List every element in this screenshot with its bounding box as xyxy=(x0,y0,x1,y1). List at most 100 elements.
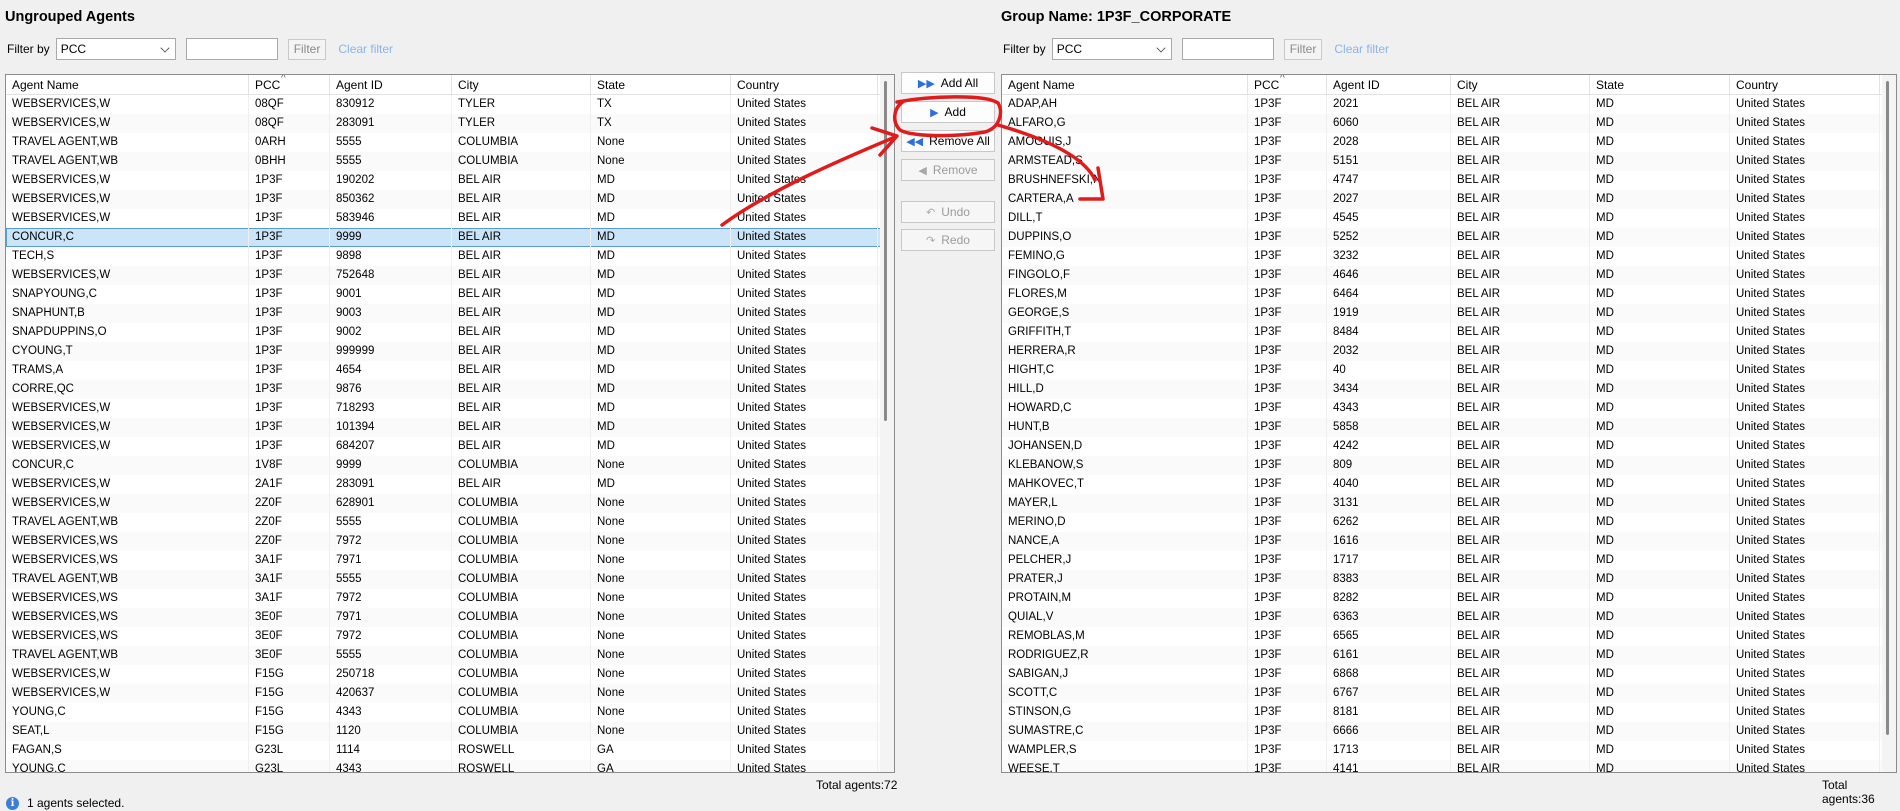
table-row[interactable]: SUMASTRE,C 1P3F 6666 BEL AIR MD United States xyxy=(1002,722,1896,741)
table-row[interactable]: AMOGUIS,J 1P3F 2028 BEL AIR MD United States xyxy=(1002,133,1896,152)
table-row[interactable]: TRAVEL AGENT,WB 2Z0F 5555 COLUMBIA None Unite… xyxy=(6,513,894,532)
right-column-header-agent-id[interactable]: Agent ID xyxy=(1327,75,1451,95)
table-row[interactable]: MAYER,L 1P3F 3131 BEL AIR MD United States xyxy=(1002,494,1896,513)
table-row[interactable]: DUPPINS,O 1P3F 5252 BEL AIR MD United States xyxy=(1002,228,1896,247)
table-row[interactable]: CONCUR,C 1P3F 9999 BEL AIR MD United States xyxy=(6,228,894,247)
table-row[interactable]: ARMSTEAD,S 1P3F 5151 BEL AIR MD United States xyxy=(1002,152,1896,171)
left-filter-button[interactable]: Filter xyxy=(287,38,327,60)
table-row[interactable]: ADAP,AH 1P3F 2021 BEL AIR MD United States xyxy=(1002,95,1896,114)
table-row[interactable]: CONCUR,C 1V8F 9999 COLUMBIA None United State… xyxy=(6,456,894,475)
right-scrollbar[interactable] xyxy=(1882,75,1896,772)
right-filter-input[interactable] xyxy=(1181,38,1274,60)
table-row[interactable]: TECH,S 1P3F 9898 BEL AIR MD United States xyxy=(6,247,894,266)
right-filter-field-select[interactable]: PCC xyxy=(1051,38,1172,60)
table-row[interactable]: WEBSERVICES,W 1P3F 684207 BEL AIR MD United S… xyxy=(6,437,894,456)
left-column-header-country[interactable]: Country xyxy=(731,75,878,95)
table-row[interactable]: HUNT,B 1P3F 5858 BEL AIR MD United States xyxy=(1002,418,1896,437)
table-row[interactable]: SNAPYOUNG,C 1P3F 9001 BEL AIR MD United State… xyxy=(6,285,894,304)
group-agents-table[interactable]: Agent Name PCC Agent ID City State Country ^ A… xyxy=(1001,74,1897,773)
right-column-header-pcc[interactable]: PCC xyxy=(1248,75,1327,95)
table-row[interactable]: CYOUNG,T 1P3F 999999 BEL AIR MD United States xyxy=(6,342,894,361)
table-row[interactable]: WEBSERVICES,W 1P3F 101394 BEL AIR MD United S… xyxy=(6,418,894,437)
table-row[interactable]: SABIGAN,J 1P3F 6868 BEL AIR MD United States xyxy=(1002,665,1896,684)
table-row[interactable]: SCOTT,C 1P3F 6767 BEL AIR MD United States xyxy=(1002,684,1896,703)
table-row[interactable]: HIGHT,C 1P3F 40 BEL AIR MD United States xyxy=(1002,361,1896,380)
table-row[interactable]: CORRE,QC 1P3F 9876 BEL AIR MD United States xyxy=(6,380,894,399)
table-row[interactable]: WEBSERVICES,W 1P3F 190202 BEL AIR MD United S… xyxy=(6,171,894,190)
table-row[interactable]: PELCHER,J 1P3F 1717 BEL AIR MD United States xyxy=(1002,551,1896,570)
table-row[interactable]: BRUSHNEFSKI,N 1P3F 4747 BEL AIR MD United Sta… xyxy=(1002,171,1896,190)
left-scrollbar-thumb[interactable] xyxy=(884,81,887,421)
left-column-header-agent-name[interactable]: Agent Name xyxy=(6,75,249,95)
table-row[interactable]: MAHKOVEC,T 1P3F 4040 BEL AIR MD United States xyxy=(1002,475,1896,494)
table-row[interactable]: WEBSERVICES,WS 3A1F 7972 COLUMBIA None United… xyxy=(6,589,894,608)
table-row[interactable]: NANCE,A 1P3F 1616 BEL AIR MD United States xyxy=(1002,532,1896,551)
table-row[interactable]: RODRIGUEZ,R 1P3F 6161 BEL AIR MD United State… xyxy=(1002,646,1896,665)
add-all-button[interactable]: ▶▶ Add All xyxy=(901,72,995,94)
left-column-header-state[interactable]: State xyxy=(591,75,731,95)
table-row[interactable]: WEBSERVICES,W 1P3F 850362 BEL AIR MD United S… xyxy=(6,190,894,209)
table-row[interactable]: WEBSERVICES,WS 3A1F 7971 COLUMBIA None United… xyxy=(6,551,894,570)
table-row[interactable]: ALFARO,G 1P3F 6060 BEL AIR MD United States xyxy=(1002,114,1896,133)
table-row[interactable]: FAGAN,S G23L 1114 ROSWELL GA United States xyxy=(6,741,894,760)
right-column-header-city[interactable]: City xyxy=(1451,75,1590,95)
table-row[interactable]: FINGOLO,F 1P3F 4646 BEL AIR MD United States xyxy=(1002,266,1896,285)
table-row[interactable]: YOUNG,C G23L 4343 ROSWELL GA United States xyxy=(6,760,894,772)
left-filter-field-select[interactable]: PCC xyxy=(55,38,176,60)
left-column-header-agent-id[interactable]: Agent ID xyxy=(330,75,452,95)
table-row[interactable]: WEBSERVICES,W 2A1F 283091 BEL AIR MD United S… xyxy=(6,475,894,494)
left-scrollbar[interactable] xyxy=(880,75,894,772)
right-clear-filter-link[interactable]: Clear filter xyxy=(1334,42,1389,56)
table-row[interactable]: HERRERA,R 1P3F 2032 BEL AIR MD United States xyxy=(1002,342,1896,361)
table-row[interactable]: HILL,D 1P3F 3434 BEL AIR MD United States xyxy=(1002,380,1896,399)
remove-all-button[interactable]: ◀◀ Remove All xyxy=(901,130,995,152)
table-row[interactable]: QUIAL,V 1P3F 6363 BEL AIR MD United States xyxy=(1002,608,1896,627)
table-row[interactable]: PRATER,J 1P3F 8383 BEL AIR MD United States xyxy=(1002,570,1896,589)
right-column-header-agent-name[interactable]: Agent Name xyxy=(1002,75,1248,95)
table-row[interactable]: REMOBLAS,M 1P3F 6565 BEL AIR MD United States xyxy=(1002,627,1896,646)
remove-button[interactable]: ◀ Remove xyxy=(901,159,995,181)
left-clear-filter-link[interactable]: Clear filter xyxy=(338,42,393,56)
table-row[interactable]: DILL,T 1P3F 4545 BEL AIR MD United States xyxy=(1002,209,1896,228)
table-row[interactable]: TRAVEL AGENT,WB 3E0F 5555 COLUMBIA None Unite… xyxy=(6,646,894,665)
right-column-header-country[interactable]: Country xyxy=(1730,75,1880,95)
table-row[interactable]: WEESE,T 1P3F 4141 BEL AIR MD United States xyxy=(1002,760,1896,772)
right-filter-button[interactable]: Filter xyxy=(1283,38,1323,60)
table-row[interactable]: YOUNG,C F15G 4343 COLUMBIA None United States xyxy=(6,703,894,722)
table-row[interactable]: KLEBANOW,S 1P3F 809 BEL AIR MD United States xyxy=(1002,456,1896,475)
table-row[interactable]: WEBSERVICES,W 1P3F 752648 BEL AIR MD United S… xyxy=(6,266,894,285)
table-row[interactable]: WEBSERVICES,WS 3E0F 7972 COLUMBIA None United… xyxy=(6,627,894,646)
right-column-header-state[interactable]: State xyxy=(1590,75,1730,95)
table-row[interactable]: WEBSERVICES,W F15G 250718 COLUMBIA None Unite… xyxy=(6,665,894,684)
table-row[interactable]: CARTERA,A 1P3F 2027 BEL AIR MD United States xyxy=(1002,190,1896,209)
table-row[interactable]: HOWARD,C 1P3F 4343 BEL AIR MD United States xyxy=(1002,399,1896,418)
left-column-header-city[interactable]: City xyxy=(452,75,591,95)
table-row[interactable]: WEBSERVICES,W 2Z0F 628901 COLUMBIA None Unite… xyxy=(6,494,894,513)
ungrouped-agents-table[interactable]: Agent Name PCC Agent ID City State Country ^ W… xyxy=(5,74,895,773)
table-row[interactable]: WEBSERVICES,W F15G 420637 COLUMBIA None Unite… xyxy=(6,684,894,703)
table-row[interactable]: FLORES,M 1P3F 6464 BEL AIR MD United States xyxy=(1002,285,1896,304)
table-row[interactable]: TRAVEL AGENT,WB 3A1F 5555 COLUMBIA None Unite… xyxy=(6,570,894,589)
redo-button[interactable]: ↷ Redo xyxy=(901,229,995,251)
table-row[interactable]: MERINO,D 1P3F 6262 BEL AIR MD United States xyxy=(1002,513,1896,532)
table-row[interactable]: WEBSERVICES,WS 2Z0F 7972 COLUMBIA None United… xyxy=(6,532,894,551)
table-row[interactable]: SNAPHUNT,B 1P3F 9003 BEL AIR MD United States xyxy=(6,304,894,323)
right-scrollbar-thumb[interactable] xyxy=(1886,81,1889,735)
left-filter-input[interactable] xyxy=(185,38,278,60)
table-row[interactable]: GRIFFITH,T 1P3F 8484 BEL AIR MD United States xyxy=(1002,323,1896,342)
table-row[interactable]: TRAMS,A 1P3F 4654 BEL AIR MD United States xyxy=(6,361,894,380)
table-row[interactable]: WEBSERVICES,W 08QF 283091 TYLER TX United Sta… xyxy=(6,114,894,133)
table-row[interactable]: WEBSERVICES,WS 3E0F 7971 COLUMBIA None United… xyxy=(6,608,894,627)
table-row[interactable]: PROTAIN,M 1P3F 8282 BEL AIR MD United States xyxy=(1002,589,1896,608)
table-row[interactable]: GEORGE,S 1P3F 1919 BEL AIR MD United States xyxy=(1002,304,1896,323)
table-row[interactable]: FEMINO,G 1P3F 3232 BEL AIR MD United States xyxy=(1002,247,1896,266)
table-row[interactable]: WEBSERVICES,W 1P3F 718293 BEL AIR MD United S… xyxy=(6,399,894,418)
undo-button[interactable]: ↶ Undo xyxy=(901,201,995,223)
table-row[interactable]: WAMPLER,S 1P3F 1713 BEL AIR MD United States xyxy=(1002,741,1896,760)
table-row[interactable]: TRAVEL AGENT,WB 0ARH 5555 COLUMBIA None Unite… xyxy=(6,133,894,152)
table-row[interactable]: JOHANSEN,D 1P3F 4242 BEL AIR MD United States xyxy=(1002,437,1896,456)
table-row[interactable]: TRAVEL AGENT,WB 0BHH 5555 COLUMBIA None Unite… xyxy=(6,152,894,171)
table-row[interactable]: SEAT,L F15G 1120 COLUMBIA None United States xyxy=(6,722,894,741)
add-button[interactable]: ▶ Add xyxy=(901,101,995,123)
table-row[interactable]: WEBSERVICES,W 08QF 830912 TYLER TX United Sta… xyxy=(6,95,894,114)
